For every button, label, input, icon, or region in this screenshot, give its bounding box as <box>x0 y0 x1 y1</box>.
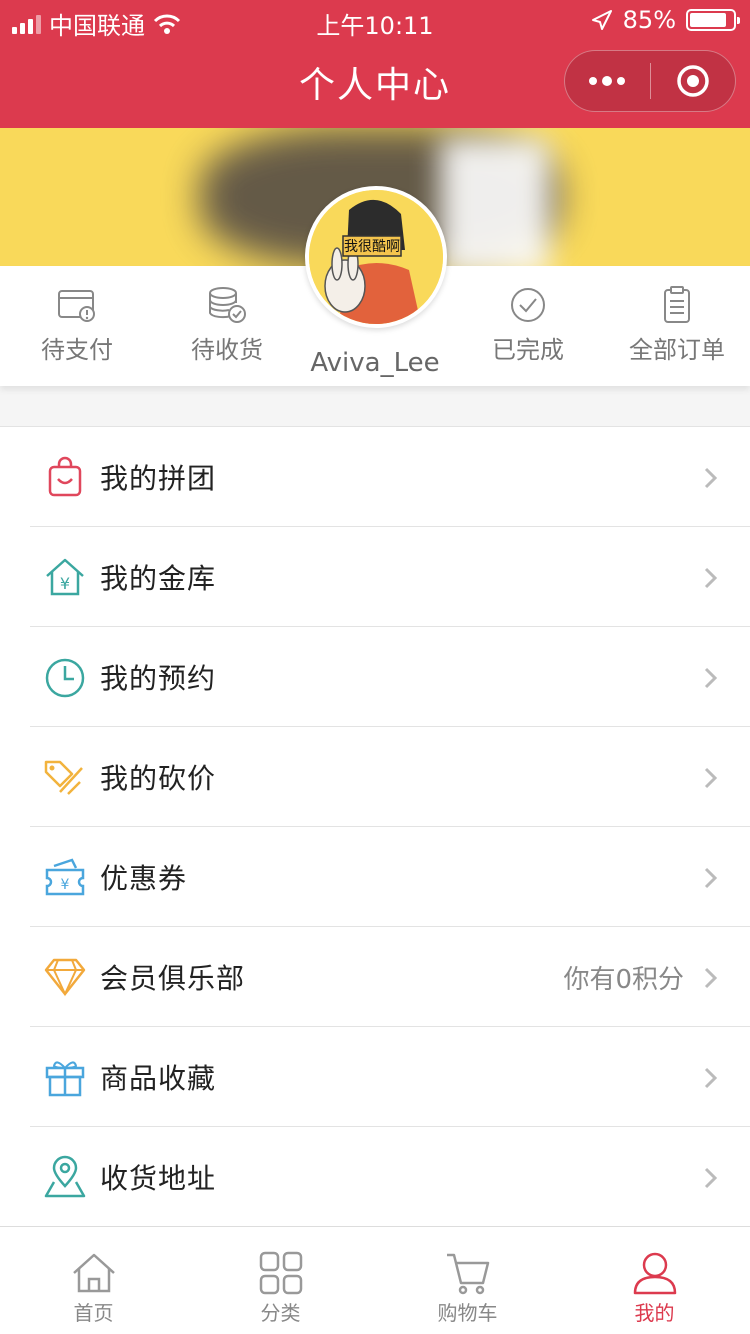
coins-check-icon <box>209 287 246 323</box>
price-tag-icon <box>44 760 83 795</box>
target-icon <box>677 65 709 97</box>
tab-label: 购物车 <box>437 1301 498 1325</box>
tab-cart[interactable]: 购物车 <box>374 1227 561 1334</box>
diamond-icon <box>44 958 86 997</box>
check-circle-icon <box>511 288 545 322</box>
tab-label: 分类 <box>260 1301 301 1325</box>
menu-label: 优惠券 <box>100 862 188 895</box>
more-dots-icon <box>589 76 626 86</box>
header: 中国联通 上午10:11 85% 个人中心 <box>0 0 750 128</box>
menu-label: 我的砍价 <box>100 762 217 795</box>
location-arrow-icon <box>591 10 612 30</box>
username: Aviva_Lee <box>310 348 440 378</box>
user-icon <box>633 1252 676 1295</box>
gift-icon <box>45 1061 85 1097</box>
order-label: 已完成 <box>492 336 564 364</box>
home-icon <box>72 1253 115 1293</box>
coupon-icon: ¥ <box>45 858 85 896</box>
order-label: 全部订单 <box>629 336 725 364</box>
avatar-illustration: 我很酷啊 <box>309 190 443 324</box>
chevron-right-icon <box>704 767 718 789</box>
chevron-right-icon <box>704 1067 718 1089</box>
clipboard-icon <box>664 286 690 323</box>
chevron-right-icon <box>704 467 718 489</box>
tab-category[interactable]: 分类 <box>187 1227 374 1334</box>
tab-me[interactable]: 我的 <box>561 1227 748 1334</box>
shopping-bag-icon <box>48 456 82 497</box>
menu-item-coupon[interactable]: ¥ 优惠券 <box>0 827 750 927</box>
wallet-icon <box>58 290 95 322</box>
svg-text:¥: ¥ <box>60 574 70 593</box>
tab-label: 我的 <box>634 1301 675 1325</box>
avatar-sign-text: 我很酷啊 <box>344 239 400 255</box>
order-label: 待支付 <box>41 336 113 364</box>
menu-item-favorites[interactable]: 商品收藏 <box>0 1027 750 1127</box>
avatar-image: 我很酷啊 <box>309 190 443 324</box>
mini-program-capsule <box>564 50 736 112</box>
tab-bar: 首页 分类 购物车 我的 <box>0 1226 750 1334</box>
chevron-right-icon <box>704 567 718 589</box>
menu-item-address[interactable]: 收货地址 <box>0 1127 750 1227</box>
avatar[interactable]: 我很酷啊 <box>305 186 447 328</box>
grid-icon <box>259 1251 302 1295</box>
menu-item-vault[interactable]: ¥ 我的金库 <box>0 527 750 627</box>
battery-icon <box>686 9 740 31</box>
menu-item-group-buy[interactable]: 我的拼团 <box>0 427 750 527</box>
menu-label: 会员俱乐部 <box>100 962 246 995</box>
menu-item-member-club[interactable]: 会员俱乐部 你有0积分 <box>0 927 750 1027</box>
chevron-right-icon <box>704 867 718 889</box>
menu-item-reservation[interactable]: 我的预约 <box>0 627 750 727</box>
close-program-button[interactable] <box>651 51 736 111</box>
menu-list: 我的拼团 ¥ 我的金库 我的预约 我的砍价 ¥ 优惠券 会员俱乐部 你有0积分 … <box>0 426 750 1227</box>
chevron-right-icon <box>704 667 718 689</box>
order-all[interactable]: 全部订单 <box>602 286 750 376</box>
cart-icon <box>446 1253 489 1295</box>
clock-icon <box>45 658 85 698</box>
menu-label: 收货地址 <box>100 1162 217 1195</box>
chevron-right-icon <box>704 1167 718 1189</box>
more-button[interactable] <box>565 51 650 111</box>
chevron-right-icon <box>704 967 718 989</box>
menu-label: 我的拼团 <box>100 462 217 495</box>
tab-home[interactable]: 首页 <box>0 1227 187 1334</box>
menu-label: 我的金库 <box>100 562 217 595</box>
battery-percent: 85% <box>622 6 676 34</box>
status-right: 85% <box>591 6 740 34</box>
profile-page: 中国联通 上午10:11 85% 个人中心 待支付 待收货 已完成 全部订单 我… <box>0 0 750 1334</box>
menu-label: 我的预约 <box>100 662 217 695</box>
map-pin-icon <box>44 1155 86 1198</box>
svg-text:¥: ¥ <box>61 877 70 893</box>
points-text: 你有0积分 <box>563 965 684 995</box>
order-pending-payment[interactable]: 待支付 <box>2 286 152 376</box>
tab-label: 首页 <box>73 1301 114 1325</box>
status-bar: 中国联通 上午10:11 85% <box>0 0 750 40</box>
menu-label: 商品收藏 <box>100 1062 217 1095</box>
vault-house-icon: ¥ <box>46 558 84 596</box>
menu-item-bargain[interactable]: 我的砍价 <box>0 727 750 827</box>
